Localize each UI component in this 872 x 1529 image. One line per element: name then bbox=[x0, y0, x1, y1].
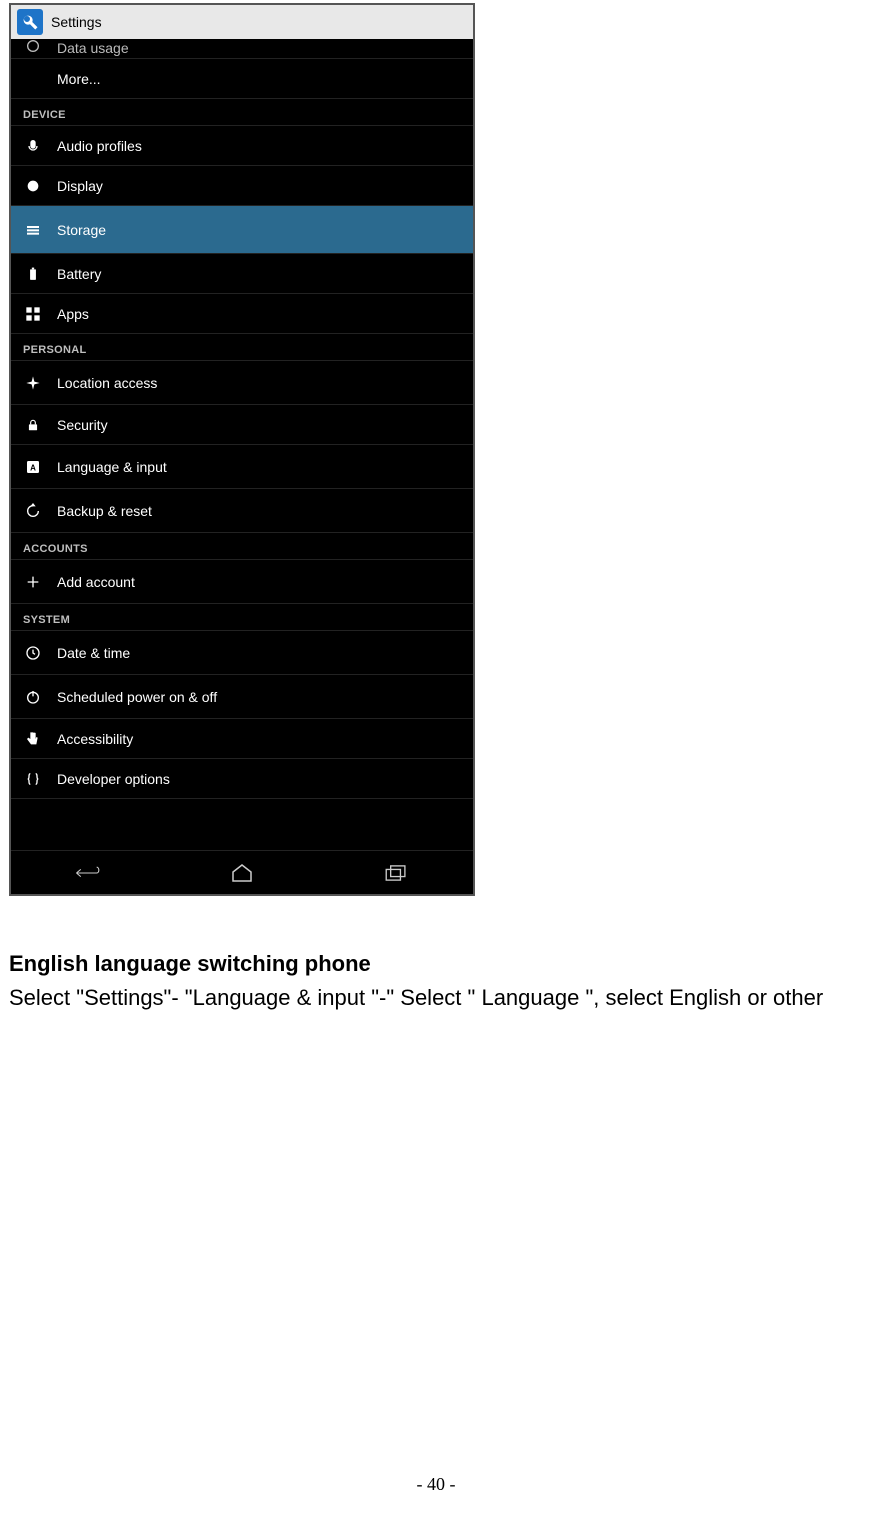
battery-icon bbox=[23, 264, 43, 284]
settings-item-label: Add account bbox=[57, 574, 135, 590]
settings-item-label: Accessibility bbox=[57, 731, 133, 747]
blank-icon bbox=[23, 69, 43, 89]
wrench-icon bbox=[17, 9, 43, 35]
settings-item-security[interactable]: Security bbox=[11, 405, 473, 445]
back-button[interactable] bbox=[68, 861, 108, 885]
settings-item-language-input[interactable]: A Language & input bbox=[11, 445, 473, 489]
power-icon bbox=[23, 687, 43, 707]
phone-screenshot: Settings Data usage More... DEVICE Audio… bbox=[9, 3, 475, 896]
settings-item-label: Display bbox=[57, 178, 103, 194]
settings-item-date-time[interactable]: Date & time bbox=[11, 631, 473, 675]
recent-button[interactable] bbox=[376, 861, 416, 885]
plus-icon bbox=[23, 572, 43, 592]
settings-item-accessibility[interactable]: Accessibility bbox=[11, 719, 473, 759]
settings-item-label: Storage bbox=[57, 222, 106, 238]
clock-icon bbox=[23, 643, 43, 663]
section-header-system: SYSTEM bbox=[11, 604, 473, 631]
settings-item-label: Developer options bbox=[57, 771, 170, 787]
braces-icon bbox=[23, 769, 43, 789]
svg-text:A: A bbox=[30, 463, 36, 472]
lock-icon bbox=[23, 415, 43, 435]
settings-item-add-account[interactable]: Add account bbox=[11, 560, 473, 604]
settings-item-label: Scheduled power on & off bbox=[57, 689, 217, 705]
section-header-device: DEVICE bbox=[11, 99, 473, 126]
settings-list: Data usage More... DEVICE Audio profiles… bbox=[11, 39, 473, 799]
apps-icon bbox=[23, 304, 43, 324]
settings-item-apps[interactable]: Apps bbox=[11, 294, 473, 334]
settings-item-label: Data usage bbox=[57, 40, 129, 56]
settings-item-label: Security bbox=[57, 417, 108, 433]
page-number: - 40 - bbox=[0, 1474, 872, 1495]
settings-item-label: Location access bbox=[57, 375, 157, 391]
document-body: English language switching phone Select … bbox=[9, 896, 872, 1013]
settings-item-audio-profiles[interactable]: Audio profiles bbox=[11, 126, 473, 166]
home-button[interactable] bbox=[222, 861, 262, 885]
settings-item-battery[interactable]: Battery bbox=[11, 254, 473, 294]
settings-item-label: Backup & reset bbox=[57, 503, 152, 519]
settings-item-developer-options[interactable]: Developer options bbox=[11, 759, 473, 799]
settings-title: Settings bbox=[51, 14, 102, 30]
settings-titlebar: Settings bbox=[11, 5, 473, 39]
settings-item-scheduled-power[interactable]: Scheduled power on & off bbox=[11, 675, 473, 719]
location-icon bbox=[23, 373, 43, 393]
settings-item-backup-reset[interactable]: Backup & reset bbox=[11, 489, 473, 533]
doc-heading: English language switching phone bbox=[9, 951, 863, 977]
settings-item-label: Battery bbox=[57, 266, 101, 282]
settings-item-label: Audio profiles bbox=[57, 138, 142, 154]
hand-icon bbox=[23, 729, 43, 749]
settings-item-label: Language & input bbox=[57, 459, 167, 475]
storage-icon bbox=[23, 220, 43, 240]
section-header-accounts: ACCOUNTS bbox=[11, 533, 473, 560]
android-navbar bbox=[11, 850, 473, 894]
audio-icon bbox=[23, 136, 43, 156]
section-header-personal: PERSONAL bbox=[11, 334, 473, 361]
doc-paragraph: Select "Settings"- "Language & input "-"… bbox=[9, 983, 863, 1013]
settings-item-label: Apps bbox=[57, 306, 89, 322]
display-icon bbox=[23, 176, 43, 196]
settings-item-data-usage[interactable]: Data usage bbox=[11, 39, 473, 59]
data-usage-icon bbox=[23, 39, 43, 56]
language-icon: A bbox=[23, 457, 43, 477]
settings-item-label: More... bbox=[57, 71, 101, 87]
settings-item-label: Date & time bbox=[57, 645, 130, 661]
settings-item-storage[interactable]: Storage bbox=[11, 206, 473, 254]
settings-item-display[interactable]: Display bbox=[11, 166, 473, 206]
settings-item-location-access[interactable]: Location access bbox=[11, 361, 473, 405]
backup-icon bbox=[23, 501, 43, 521]
settings-item-more[interactable]: More... bbox=[11, 59, 473, 99]
